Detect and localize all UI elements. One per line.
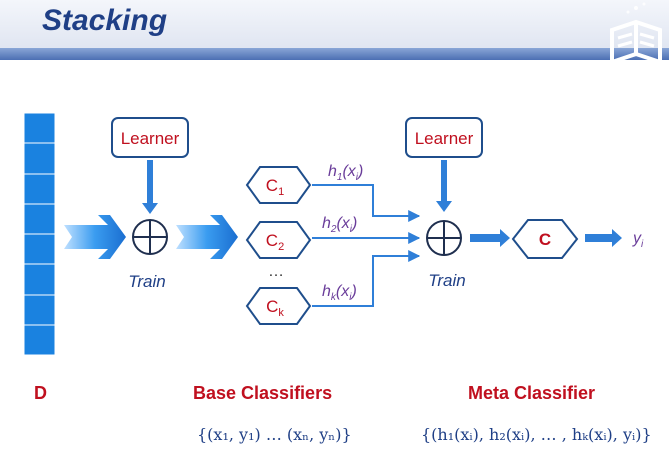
base-training-set: {(x₁, y₁) … (xₙ, yₙ)} — [197, 425, 352, 444]
base-classifier-1: C1 — [245, 166, 312, 204]
output-label-k: hk(xi) — [322, 283, 357, 303]
base-classifiers-label: Base Classifiers — [193, 383, 333, 403]
meta-to-output-arrow — [585, 229, 622, 247]
output-label-2: h2(xi) — [322, 215, 357, 235]
classifier-k-name: C — [266, 297, 278, 316]
data-column — [23, 112, 56, 356]
meta-classifier-label-bottom: Meta Classifier — [468, 383, 596, 403]
train-label-right: Train — [428, 271, 465, 290]
classifier-k-sub: k — [278, 307, 284, 319]
classifier-1-sub: 1 — [278, 186, 284, 198]
train-to-classifiers-arrow — [176, 215, 238, 259]
combine-to-meta-arrow — [470, 229, 510, 247]
base-classifier-2: C2 — [245, 221, 312, 259]
classifier-1-name: C — [266, 176, 278, 195]
meta-classifier-label: C — [539, 230, 551, 249]
combine-icon-right — [426, 220, 462, 256]
d-label: D — [34, 383, 47, 403]
classifier-2-name: C — [266, 231, 278, 250]
output-label-1: h1(xi) — [328, 163, 363, 183]
train-label-left: Train — [128, 272, 165, 291]
base-classifier-k: Ck — [245, 287, 312, 325]
data-to-train-arrow — [64, 215, 126, 259]
classifier-2-sub: 2 — [278, 241, 284, 253]
learner-label-left: Learner — [121, 129, 180, 148]
learner-right-down-arrow — [436, 160, 452, 212]
meta-classifier: C — [511, 219, 579, 259]
output-y: yi — [632, 230, 644, 250]
learner-left-down-arrow — [142, 160, 158, 214]
meta-training-set: {(h₁(xᵢ), h₂(xᵢ), … , hₖ(xᵢ), yᵢ)} — [421, 425, 652, 444]
connector-1 — [312, 184, 421, 222]
combine-icon-left — [132, 219, 168, 255]
learner-label-right: Learner — [415, 129, 474, 148]
classifier-ellipsis: … — [268, 263, 284, 280]
